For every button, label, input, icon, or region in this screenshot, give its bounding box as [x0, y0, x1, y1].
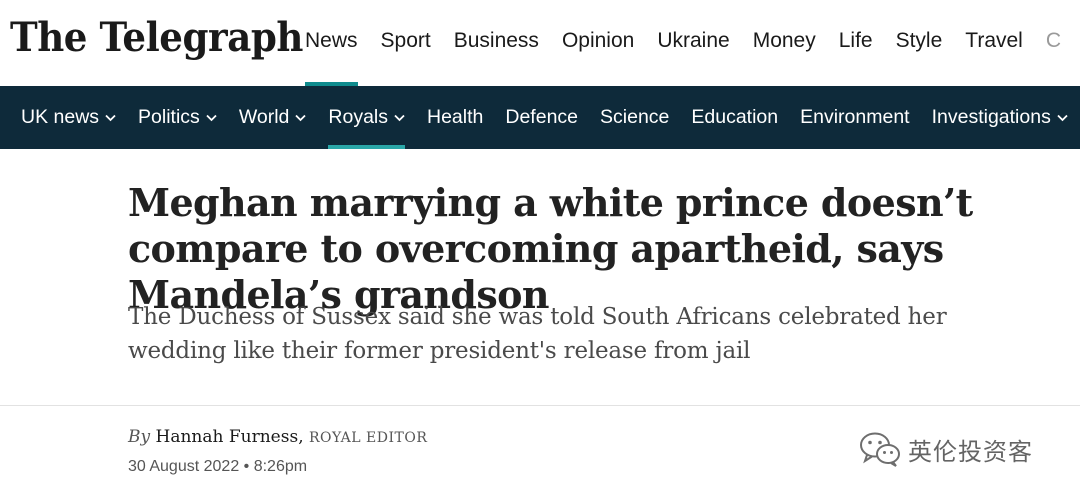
- nav-item-opinion[interactable]: Opinion: [562, 0, 634, 86]
- watermark-text: 英伦投资客: [908, 438, 1033, 466]
- section-item-education[interactable]: Education: [691, 86, 778, 149]
- section-item-label: World: [238, 106, 290, 128]
- publish-date: 30 August 2022 • 8:26pm: [128, 458, 308, 475]
- chevron-down-icon: [1057, 114, 1068, 121]
- section-item-politics[interactable]: Politics: [138, 86, 217, 149]
- section-item-label: Education: [691, 106, 779, 128]
- top-header: The Telegraph News Sport Business Opinio…: [0, 0, 1080, 86]
- wechat-watermark: 英伦投资客: [858, 430, 1033, 468]
- section-item-environment[interactable]: Environment: [800, 86, 909, 149]
- section-item-investigations[interactable]: Investigations: [932, 86, 1068, 149]
- chevron-down-icon: [206, 114, 217, 121]
- nav-item-truncated[interactable]: C: [1046, 0, 1061, 86]
- section-item-label: Investigations: [931, 106, 1051, 128]
- article-standfirst: The Duchess of Sussex said she was told …: [128, 304, 947, 364]
- section-item-world[interactable]: World: [239, 86, 307, 149]
- chevron-down-icon: [105, 114, 116, 121]
- chevron-down-icon: [394, 114, 405, 121]
- section-item-label: UK news: [21, 106, 100, 128]
- section-item-label: Science: [600, 106, 670, 128]
- section-item-defence[interactable]: Defence: [505, 86, 578, 149]
- author-role: ROYAL EDITOR: [309, 430, 428, 446]
- section-item-label: Royals: [328, 106, 388, 128]
- nav-item-money[interactable]: Money: [753, 0, 816, 86]
- author-link[interactable]: Hannah Furness,: [156, 427, 304, 447]
- byline: By Hannah Furness, ROYAL EDITOR: [128, 427, 427, 447]
- section-nav-bar: UK news Politics World Royals Health Def…: [0, 86, 1080, 149]
- primary-nav: News Sport Business Opinion Ukraine Mone…: [305, 0, 1061, 86]
- section-item-label: Health: [427, 106, 484, 128]
- divider: [0, 405, 1080, 406]
- nav-item-news[interactable]: News: [305, 0, 358, 86]
- nav-item-style[interactable]: Style: [896, 0, 943, 86]
- wechat-icon: [860, 432, 900, 467]
- section-item-health[interactable]: Health: [427, 86, 483, 149]
- nav-item-life[interactable]: Life: [839, 0, 873, 86]
- byline-prefix: By: [128, 427, 151, 447]
- section-nav: UK news Politics World Royals Health Def…: [21, 86, 1080, 149]
- section-item-science[interactable]: Science: [600, 86, 669, 149]
- nav-item-ukraine[interactable]: Ukraine: [657, 0, 729, 86]
- chevron-down-icon: [295, 114, 307, 121]
- section-item-royals[interactable]: Royals: [328, 86, 405, 149]
- section-item-label: Politics: [138, 106, 200, 128]
- nav-item-travel[interactable]: Travel: [965, 0, 1023, 86]
- article-headline: Meghan marrying a white prince doesn’t c…: [128, 180, 973, 317]
- section-item-uk-news[interactable]: UK news: [21, 86, 116, 149]
- nav-item-business[interactable]: Business: [454, 0, 539, 86]
- nav-item-sport[interactable]: Sport: [381, 0, 431, 86]
- section-item-label: Environment: [800, 106, 910, 128]
- section-item-label: Defence: [505, 106, 579, 128]
- telegraph-logo[interactable]: The Telegraph: [10, 14, 303, 61]
